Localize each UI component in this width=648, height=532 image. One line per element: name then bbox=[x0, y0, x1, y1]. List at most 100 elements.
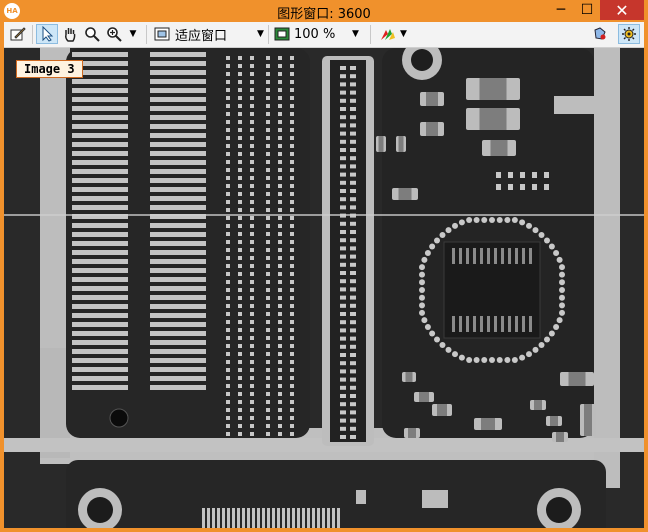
bottom-finger bbox=[302, 508, 305, 528]
bottom-finger bbox=[227, 508, 230, 528]
comb-finger bbox=[72, 241, 128, 246]
zoom-level-dropdown[interactable]: 100 % ▼ bbox=[274, 24, 366, 44]
via-dot bbox=[266, 72, 270, 76]
via-dot bbox=[226, 104, 230, 108]
via-dot bbox=[226, 336, 230, 340]
strip-pad bbox=[350, 205, 356, 210]
comb-finger bbox=[150, 376, 206, 381]
small-pad bbox=[532, 184, 537, 190]
strip-pad bbox=[340, 123, 346, 128]
via-dot bbox=[278, 320, 282, 324]
comb-finger bbox=[72, 331, 128, 336]
small-pad bbox=[508, 184, 513, 190]
via-dot bbox=[226, 64, 230, 68]
small-pad bbox=[496, 184, 501, 190]
bottom-finger bbox=[287, 508, 290, 528]
via-dot bbox=[290, 416, 294, 420]
strip-pad bbox=[350, 164, 356, 169]
zoom-tool-button[interactable] bbox=[82, 24, 102, 44]
via-dot bbox=[238, 384, 242, 388]
chip-pad bbox=[543, 336, 550, 343]
minimize-button[interactable]: ─ bbox=[548, 0, 574, 20]
via-dot bbox=[290, 264, 294, 268]
title-bar[interactable]: HA 图形窗口: 3600 ─ ☐ ✕ bbox=[0, 0, 648, 22]
settings-tool-button[interactable] bbox=[618, 24, 640, 44]
via-dot bbox=[278, 192, 282, 196]
via-dot bbox=[278, 184, 282, 188]
via-dot bbox=[290, 272, 294, 276]
via-dot bbox=[226, 72, 230, 76]
fit-window-dropdown[interactable]: 适应窗口 ▼ bbox=[154, 24, 272, 44]
via-dot bbox=[250, 240, 254, 244]
chip-pad bbox=[504, 357, 511, 363]
strip-pad bbox=[350, 156, 356, 161]
component-body bbox=[419, 392, 429, 402]
via-dot bbox=[250, 280, 254, 284]
via-dot bbox=[226, 232, 230, 236]
via-dot bbox=[250, 64, 254, 68]
via-dot bbox=[278, 432, 282, 436]
comb-finger bbox=[72, 178, 128, 183]
via-dot bbox=[266, 280, 270, 284]
comb-finger bbox=[72, 268, 128, 273]
via-dot bbox=[226, 344, 230, 348]
via-dot bbox=[290, 344, 294, 348]
strip-pad bbox=[350, 180, 356, 185]
pan-tool-button[interactable] bbox=[60, 24, 80, 44]
via-dot bbox=[250, 304, 254, 308]
strip-pad bbox=[340, 164, 346, 169]
comb-finger bbox=[72, 223, 128, 228]
comb-finger bbox=[72, 358, 128, 363]
via-dot bbox=[226, 392, 230, 396]
comb-finger bbox=[150, 295, 206, 300]
zoom-in-tool-button[interactable] bbox=[104, 24, 124, 44]
via-dot bbox=[238, 192, 242, 196]
chip-pad bbox=[538, 232, 545, 239]
via-dot bbox=[250, 400, 254, 404]
region-tool-button[interactable] bbox=[590, 24, 610, 44]
chip-pad bbox=[519, 219, 526, 226]
via-dot bbox=[238, 88, 242, 92]
strip-pad bbox=[340, 353, 346, 357]
pointer-tool-button[interactable] bbox=[36, 24, 58, 44]
chip-pad bbox=[445, 227, 452, 234]
via-dot bbox=[290, 112, 294, 116]
comb-finger bbox=[72, 187, 128, 192]
chip-lead bbox=[494, 316, 497, 332]
close-button[interactable]: ✕ bbox=[600, 0, 644, 20]
bottom-finger bbox=[337, 508, 340, 528]
image-canvas[interactable]: Image 3 bbox=[4, 48, 644, 528]
component-body bbox=[426, 122, 438, 136]
strip-pad bbox=[350, 197, 356, 202]
via-dot bbox=[238, 328, 242, 332]
via-dot bbox=[238, 416, 242, 420]
maximize-button[interactable]: ☐ bbox=[574, 0, 600, 20]
via-dot bbox=[250, 216, 254, 220]
zoom-level-label: 100 % bbox=[294, 26, 336, 42]
via-dot bbox=[278, 120, 282, 124]
component-body bbox=[398, 188, 412, 200]
strip-pad bbox=[350, 328, 356, 333]
comb-finger bbox=[150, 196, 206, 201]
chip-pad bbox=[538, 341, 545, 348]
strip-pad bbox=[340, 238, 346, 243]
bottom-pad bbox=[422, 490, 448, 508]
via-dot bbox=[290, 240, 294, 244]
edit-tool-button[interactable] bbox=[8, 24, 28, 44]
via-dot bbox=[226, 200, 230, 204]
bottom-finger bbox=[272, 508, 275, 528]
via-dot bbox=[266, 432, 270, 436]
comb-finger bbox=[72, 322, 128, 327]
via-dot bbox=[278, 304, 282, 308]
zoom-dropdown-arrow[interactable]: ▼ bbox=[126, 24, 140, 44]
zoom-window-icon bbox=[274, 27, 290, 41]
via-dot bbox=[266, 312, 270, 316]
strip-pad bbox=[350, 344, 356, 349]
via-dot bbox=[266, 216, 270, 220]
via-dot bbox=[278, 424, 282, 428]
bottom-finger bbox=[292, 508, 295, 528]
via-dot bbox=[290, 200, 294, 204]
component-body bbox=[534, 400, 542, 410]
color-tool-dropdown[interactable]: ▼ bbox=[374, 24, 412, 44]
via-dot bbox=[290, 424, 294, 428]
